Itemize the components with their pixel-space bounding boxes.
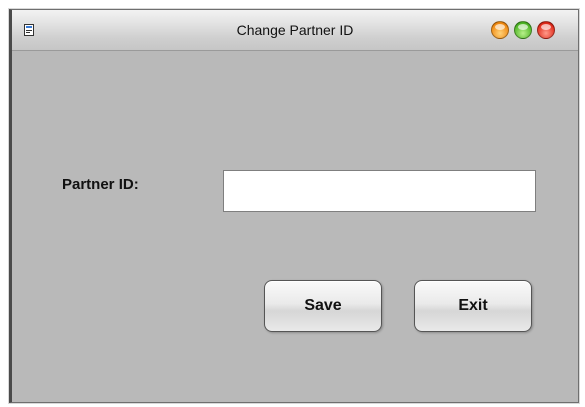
close-icon[interactable] (537, 21, 555, 39)
save-button[interactable]: Save (264, 280, 382, 332)
maximize-icon[interactable] (514, 21, 532, 39)
dialog-body: Partner ID: Save Exit (12, 51, 578, 402)
title-bar[interactable]: Change Partner ID (12, 10, 578, 51)
minimize-icon[interactable] (491, 21, 509, 39)
partner-id-input[interactable] (223, 170, 536, 212)
exit-button[interactable]: Exit (414, 280, 532, 332)
change-partner-id-window: Change Partner ID Partner ID: Save Exit (9, 9, 579, 403)
partner-id-label: Partner ID: (62, 176, 139, 193)
